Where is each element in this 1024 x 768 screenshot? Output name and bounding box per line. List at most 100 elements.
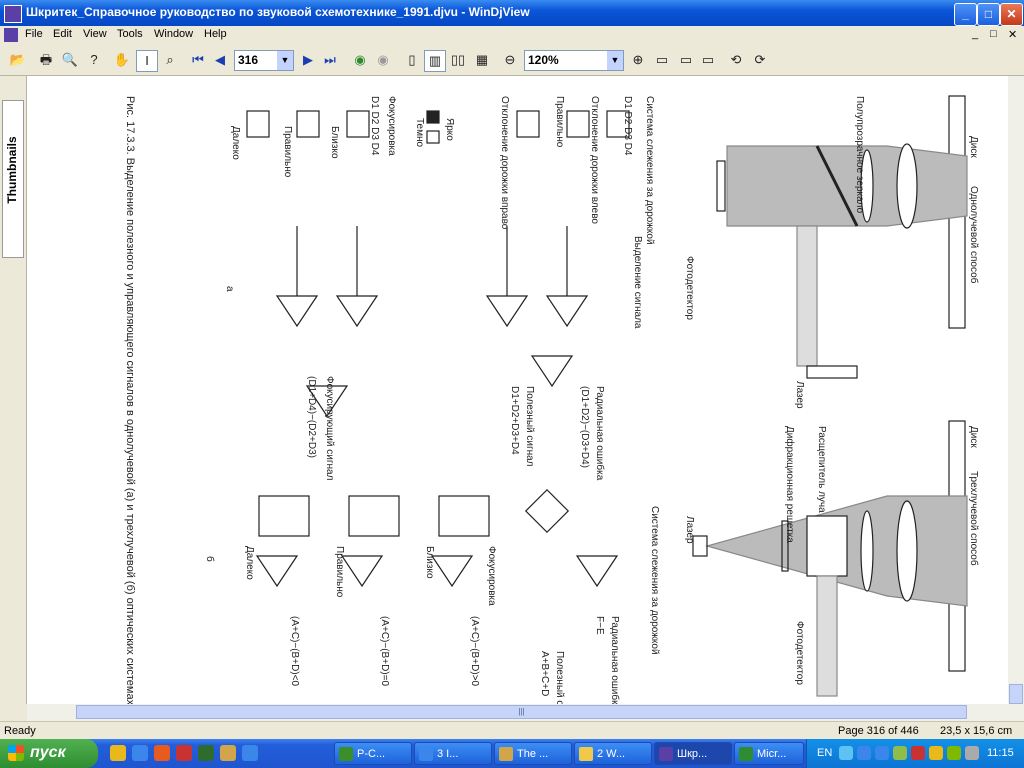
app-quick-icon[interactable] bbox=[198, 745, 214, 761]
tray-app-icon[interactable] bbox=[893, 746, 907, 760]
left-radial-err: Радиальная ошибка bbox=[594, 386, 606, 481]
hand-tool-icon[interactable]: ✋ bbox=[112, 50, 132, 70]
chrome-icon[interactable] bbox=[110, 745, 126, 761]
facing-pages-icon[interactable]: ▯▯ bbox=[448, 50, 468, 70]
tray-app-icon-3[interactable] bbox=[947, 746, 961, 760]
windows-logo-icon bbox=[8, 745, 24, 761]
fit-page-icon[interactable]: ▭ bbox=[652, 50, 672, 70]
right-formula-near: (A+C)−(B+D)>0 bbox=[469, 616, 480, 686]
right-far: Далеко bbox=[244, 546, 255, 580]
firefox-icon[interactable] bbox=[154, 745, 170, 761]
task-item[interactable]: P-C... bbox=[334, 742, 412, 765]
zoom-combo[interactable]: 120% ▼ bbox=[524, 50, 624, 71]
right-splitter-label: Расщепитель луча bbox=[816, 426, 827, 513]
horizontal-scrollbar[interactable]: ||| bbox=[27, 704, 1024, 721]
task-item[interactable]: 3 I... bbox=[414, 742, 492, 765]
amp-left-4 bbox=[335, 295, 379, 328]
app-quick-icon-2[interactable] bbox=[220, 745, 236, 761]
tray-network-icon-2[interactable] bbox=[875, 746, 889, 760]
rotate-left-icon[interactable]: ⟲ bbox=[726, 50, 746, 70]
app-icon[interactable] bbox=[4, 5, 22, 23]
forward-icon[interactable]: ◉ bbox=[373, 50, 393, 70]
tray-volume-icon[interactable] bbox=[965, 746, 979, 760]
left-dev-right: Отклонение дорожки вправо bbox=[499, 96, 510, 230]
document-view[interactable]: Диск Однолучевой способ Полупрозрачное з… bbox=[27, 76, 1008, 704]
tray-app-icon-2[interactable] bbox=[929, 746, 943, 760]
start-button[interactable]: пуск bbox=[0, 739, 98, 768]
ie-icon[interactable] bbox=[132, 745, 148, 761]
doc-restore-button[interactable]: □ bbox=[990, 28, 997, 40]
left-laser-label: Лазер bbox=[794, 381, 805, 409]
doc-icon[interactable] bbox=[4, 28, 18, 42]
horizontal-scroll-thumb[interactable]: ||| bbox=[76, 705, 967, 719]
tray-network-icon[interactable] bbox=[857, 746, 871, 760]
menu-help[interactable]: Help bbox=[204, 28, 227, 40]
close-button[interactable]: ✕ bbox=[1000, 3, 1023, 26]
sym-l2 bbox=[566, 110, 590, 138]
task-item[interactable]: 2 W... bbox=[574, 742, 652, 765]
right-near: Близко bbox=[424, 546, 435, 579]
chevron-down-icon[interactable]: ▼ bbox=[607, 51, 623, 70]
find-icon[interactable]: 🔍 bbox=[60, 50, 80, 70]
right-useful: Полезный сигнал bbox=[554, 651, 565, 704]
vertical-scrollbar[interactable] bbox=[1008, 76, 1024, 704]
amp-left-3 bbox=[530, 355, 574, 388]
tray-antivirus-icon[interactable] bbox=[911, 746, 925, 760]
minimize-button[interactable]: _ bbox=[954, 3, 977, 26]
next-page-icon[interactable]: ▶ bbox=[298, 50, 318, 70]
task-app-icon bbox=[339, 747, 353, 761]
back-icon[interactable]: ◉ bbox=[350, 50, 370, 70]
zoom-in-icon[interactable]: ⊕ bbox=[628, 50, 648, 70]
amp-left-5 bbox=[275, 295, 319, 328]
language-indicator[interactable]: EN bbox=[817, 747, 832, 759]
fit-width-icon[interactable]: ▭ bbox=[676, 50, 696, 70]
first-page-icon[interactable]: ⏮ bbox=[188, 50, 208, 70]
continuous-icon[interactable]: ▥ bbox=[424, 50, 446, 72]
right-photodetector-label: Фотодетектор bbox=[794, 621, 805, 685]
help-icon[interactable]: ? bbox=[84, 50, 104, 70]
sym-l6 bbox=[246, 110, 270, 138]
status-ready: Ready bbox=[4, 725, 36, 737]
doc-close-button[interactable]: ✕ bbox=[1008, 28, 1017, 41]
task-item[interactable]: Micr... bbox=[734, 742, 804, 765]
thumbnails-tab-label: Thumbnails bbox=[5, 136, 19, 204]
tray-arrow-icon[interactable] bbox=[839, 746, 853, 760]
menu-view[interactable]: View bbox=[83, 28, 107, 40]
left-focus-cols: D1 D2 D3 D4 bbox=[369, 96, 380, 156]
select-tool-icon[interactable]: I bbox=[136, 50, 158, 72]
prev-page-icon[interactable]: ◀ bbox=[210, 50, 230, 70]
last-page-icon[interactable]: ⏭ bbox=[320, 50, 340, 70]
amp-right-4 bbox=[255, 555, 299, 588]
right-grating-label: Дифракционная решетка bbox=[784, 426, 796, 543]
right-formula-far: (A+C)−(B+D)<0 bbox=[289, 616, 300, 686]
menu-edit[interactable]: Edit bbox=[53, 28, 72, 40]
opera-icon[interactable] bbox=[176, 745, 192, 761]
rotate-right-icon[interactable]: ⟳ bbox=[750, 50, 770, 70]
window-title: Шкритек_Справочное руководство по звуков… bbox=[26, 5, 530, 19]
doc-minimize-button[interactable]: _ bbox=[972, 28, 978, 40]
actual-size-icon[interactable]: ▭ bbox=[698, 50, 718, 70]
menu-file[interactable]: File bbox=[25, 28, 43, 40]
open-icon[interactable]: 📂 bbox=[8, 50, 28, 70]
thumbnails-tab[interactable]: Thumbnails bbox=[2, 100, 24, 258]
zoom-value: 120% bbox=[528, 53, 559, 67]
menu-tools[interactable]: Tools bbox=[117, 28, 143, 40]
zoom-out-icon[interactable]: ⊖ bbox=[500, 50, 520, 70]
zoom-tool-icon[interactable]: ⌕ bbox=[160, 50, 180, 70]
left-disk-label: Диск bbox=[968, 136, 979, 158]
maximize-button[interactable]: □ bbox=[977, 3, 1000, 26]
title-bar: Шкритек_Справочное руководство по звуков… bbox=[0, 0, 1024, 26]
app-quick-icon-3[interactable] bbox=[242, 745, 258, 761]
lens-right-1 bbox=[896, 500, 918, 602]
menu-window[interactable]: Window bbox=[154, 28, 193, 40]
fig-b-label: б bbox=[204, 556, 216, 562]
continuous-facing-icon[interactable]: ▦ bbox=[472, 50, 492, 70]
task-item-active[interactable]: Шкр... bbox=[654, 742, 732, 765]
chevron-down-icon[interactable]: ▼ bbox=[277, 51, 293, 70]
vertical-scroll-thumb[interactable] bbox=[1009, 684, 1023, 704]
page-number-combo[interactable]: 316 ▼ bbox=[234, 50, 294, 71]
single-page-icon[interactable]: ▯ bbox=[402, 50, 422, 70]
amp-left-2 bbox=[485, 295, 529, 328]
print-icon[interactable]: 🖶 bbox=[36, 50, 56, 70]
task-item[interactable]: The ... bbox=[494, 742, 572, 765]
